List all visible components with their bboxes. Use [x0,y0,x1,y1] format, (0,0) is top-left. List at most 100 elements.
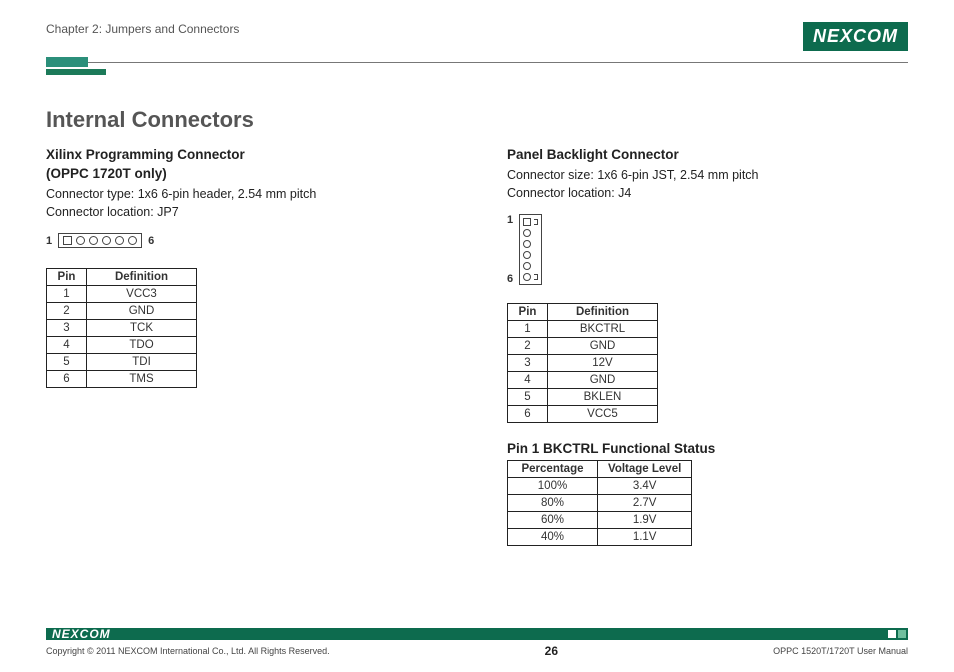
col-percentage-header: Percentage [508,461,598,478]
pin-circle-icon [115,236,124,245]
pin-circle-icon [523,273,531,281]
col-voltage-header: Voltage Level [598,461,692,478]
cell-pin: 6 [508,406,548,423]
footer-brand-logo: NEXCOM [46,627,111,641]
page-footer: NEXCOM Copyright © 2011 NEXCOM Internati… [46,628,908,658]
table-row: 5TDI [47,354,197,371]
diag-label-1: 1 [507,214,513,226]
cell-def: VCC3 [87,286,197,303]
cell-volt: 1.9V [598,512,692,529]
table-row: 1VCC3 [47,286,197,303]
notch-icon [534,219,538,225]
cell-pct: 40% [508,529,598,546]
pin-circle-icon [523,251,531,259]
pin-square-icon [523,218,531,226]
cell-pin: 4 [508,372,548,389]
cell-pin: 3 [47,320,87,337]
cell-pin: 2 [508,338,548,355]
table-row: 80%2.7V [508,495,692,512]
section-title: Internal Connectors [46,107,908,133]
pin-circle-icon [89,236,98,245]
deco-square-icon [898,630,906,638]
cell-pct: 80% [508,495,598,512]
col-def-header: Definition [548,304,658,321]
brand-logo: NEXCOM [803,22,908,51]
page-number: 26 [545,644,558,658]
xilinx-heading-line2: (OPPC 1720T only) [46,166,447,181]
cell-pin: 6 [47,371,87,388]
table-row: 40%1.1V [508,529,692,546]
chapter-title: Chapter 2: Jumpers and Connectors [46,22,239,36]
deco-square-icon [888,630,896,638]
horizontal-connector-icon [58,233,142,248]
copyright-text: Copyright © 2011 NEXCOM International Co… [46,646,330,656]
xilinx-desc-line1: Connector type: 1x6 6-pin header, 2.54 m… [46,185,447,203]
table-row: 60%1.9V [508,512,692,529]
header-accent-block [46,57,88,67]
cell-def: TDO [87,337,197,354]
cell-def: TCK [87,320,197,337]
table-row: 4GND [508,372,658,389]
pin-square-icon [63,236,72,245]
pin-circle-icon [523,240,531,248]
table-row: 5BKLEN [508,389,658,406]
bkctrl-status-table: Percentage Voltage Level 100%3.4V 80%2.7… [507,460,692,546]
pin-circle-icon [128,236,137,245]
pin-circle-icon [523,229,531,237]
table-row: 2GND [508,338,658,355]
cell-def: TDI [87,354,197,371]
table-row: 100%3.4V [508,478,692,495]
cell-def: GND [87,303,197,320]
cell-pin: 4 [47,337,87,354]
cell-def: VCC5 [548,406,658,423]
backlight-heading: Panel Backlight Connector [507,147,908,162]
column-left: Xilinx Programming Connector (OPPC 1720T… [46,147,447,564]
cell-def: GND [548,338,658,355]
table-row: 6VCC5 [508,406,658,423]
cell-pin: 1 [508,321,548,338]
pin-circle-icon [76,236,85,245]
table-row: 2GND [47,303,197,320]
cell-def: BKLEN [548,389,658,406]
doc-title: OPPC 1520T/1720T User Manual [773,646,908,656]
notch-icon [534,274,538,280]
cell-pct: 60% [508,512,598,529]
footer-decoration-icon [888,630,908,638]
table-row: 6TMS [47,371,197,388]
pin-circle-icon [102,236,111,245]
header-rule [46,57,908,67]
col-def-header: Definition [87,269,197,286]
cell-pin: 2 [47,303,87,320]
cell-def: 12V [548,355,658,372]
table-row: 3TCK [47,320,197,337]
table-row: 1BKCTRL [508,321,658,338]
vertical-connector-icon [519,214,542,285]
cell-def: TMS [87,371,197,388]
xilinx-heading-line1: Xilinx Programming Connector [46,147,447,162]
cell-volt: 2.7V [598,495,692,512]
xilinx-pin-table: Pin Definition 1VCC3 2GND 3TCK 4TDO 5TDI… [46,268,197,388]
col-pin-header: Pin [508,304,548,321]
table-row: 4TDO [47,337,197,354]
cell-pin: 1 [47,286,87,303]
header-line [88,62,908,63]
header-green-tab [46,69,106,75]
cell-pin: 3 [508,355,548,372]
backlight-pin-diagram: 1 6 [507,214,908,285]
column-right: Panel Backlight Connector Connector size… [507,147,908,564]
brand-text: NEXCOM [813,26,898,47]
xilinx-desc-line2: Connector location: JP7 [46,203,447,221]
status-heading: Pin 1 BKCTRL Functional Status [507,441,908,456]
diag-label-6: 6 [148,235,154,247]
pin-circle-icon [523,262,531,270]
backlight-desc-line2: Connector location: J4 [507,184,908,202]
cell-def: GND [548,372,658,389]
cell-def: BKCTRL [548,321,658,338]
xilinx-pin-diagram: 1 6 [46,233,447,248]
cell-pin: 5 [47,354,87,371]
table-row: 312V [508,355,658,372]
cell-volt: 1.1V [598,529,692,546]
cell-pct: 100% [508,478,598,495]
cell-volt: 3.4V [598,478,692,495]
diag-label-6: 6 [507,273,513,285]
